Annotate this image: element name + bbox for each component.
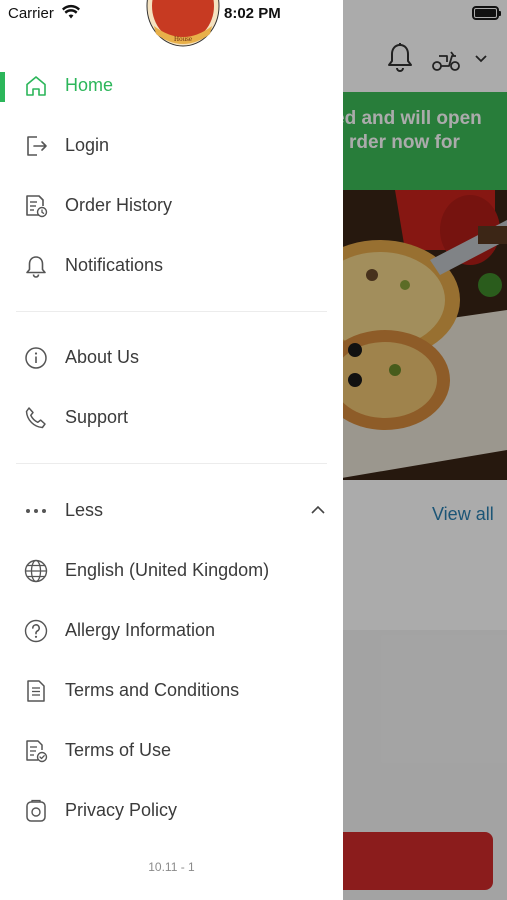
wifi-icon <box>62 4 80 19</box>
chevron-up-icon[interactable] <box>310 504 326 516</box>
menu-item-language[interactable]: English (United Kingdom) <box>0 545 343 597</box>
battery-icon <box>472 6 501 20</box>
document-check-icon <box>23 738 49 764</box>
menu-item-label: Allergy Information <box>65 620 216 640</box>
more-dots-icon <box>23 498 49 524</box>
menu-item-label: Terms and Conditions <box>65 680 240 700</box>
status-time: 8:02 PM <box>224 5 281 22</box>
order-history-icon <box>23 193 49 219</box>
menu-item-label: Less <box>65 500 104 520</box>
menu-item-privacy-policy[interactable]: Privacy Policy <box>0 785 343 837</box>
menu-item-label: Home <box>65 75 114 95</box>
menu-item-label: About Us <box>65 347 140 367</box>
active-indicator <box>0 72 5 102</box>
menu-item-label: Privacy Policy <box>65 800 178 820</box>
menu-item-terms-and-conditions[interactable]: Terms and Conditions <box>0 665 343 717</box>
menu-item-order-history[interactable]: Order History <box>0 180 343 232</box>
divider <box>16 463 327 464</box>
document-icon <box>23 678 49 704</box>
globe-icon <box>23 558 49 584</box>
status-bar: Carrier 8:02 PM <box>0 0 507 28</box>
navigation-drawer: House Home Login Order History Notificat… <box>0 0 343 900</box>
menu-item-allergy-information[interactable]: Allergy Information <box>0 605 343 657</box>
menu-item-label: Terms of Use <box>65 740 172 760</box>
menu-item-label: Login <box>65 135 110 155</box>
menu-item-label: Order History <box>65 195 173 215</box>
login-icon <box>23 133 49 159</box>
menu-item-login[interactable]: Login <box>0 120 343 172</box>
privacy-icon <box>23 798 49 824</box>
carrier-label: Carrier <box>8 5 54 22</box>
menu-item-home[interactable]: Home <box>0 60 343 112</box>
question-circle-icon <box>23 618 49 644</box>
menu-item-about-us[interactable]: About Us <box>0 332 343 384</box>
divider <box>16 311 327 312</box>
menu-item-support[interactable]: Support <box>0 392 343 444</box>
svg-text:House: House <box>174 35 192 43</box>
menu-item-label: English (United Kingdom) <box>65 560 270 580</box>
menu-item-less[interactable]: Less <box>0 485 343 537</box>
menu-item-terms-of-use[interactable]: Terms of Use <box>0 725 343 777</box>
phone-icon <box>23 405 49 431</box>
menu-item-notifications[interactable]: Notifications <box>0 240 343 292</box>
app-version: 10.11 - 1 <box>148 860 195 874</box>
bell-icon <box>23 253 49 279</box>
menu-item-label: Support <box>65 407 129 427</box>
home-icon <box>23 73 49 99</box>
info-icon <box>23 345 49 371</box>
menu-item-label: Notifications <box>65 255 164 275</box>
